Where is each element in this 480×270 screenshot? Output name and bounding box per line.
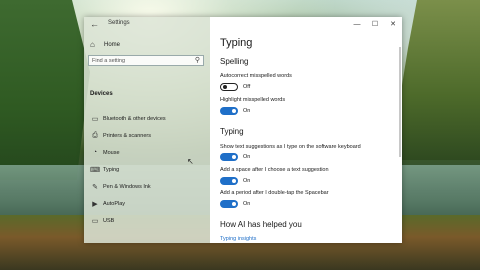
window-controls: — ☐ ✕	[348, 17, 402, 31]
sidebar-item-label: Bluetooth & other devices	[103, 115, 166, 122]
search-input[interactable]: Find a setting ⚲	[88, 55, 204, 66]
keyboard-icon: ⌨	[89, 166, 101, 174]
sidebar-item-usb[interactable]: ▭ USB	[84, 212, 210, 229]
home-icon: ⌂	[90, 40, 95, 49]
page-title: Typing	[220, 37, 253, 49]
sidebar-item-label: USB	[103, 217, 115, 224]
sidebar-nav: ▭ Bluetooth & other devices ⎙ Printers &…	[84, 110, 210, 229]
sidebar-home[interactable]: ⌂ Home	[90, 40, 120, 49]
highlight-toggle[interactable]	[220, 107, 238, 115]
sidebar-section-label: Devices	[90, 91, 113, 97]
sidebar-item-label: Pen & Windows Ink	[103, 183, 151, 190]
minimize-button[interactable]: —	[348, 17, 366, 31]
usb-icon: ▭	[91, 217, 99, 225]
bluetooth-icon: ▭	[91, 115, 99, 123]
close-button[interactable]: ✕	[384, 17, 402, 31]
autoplay-icon: ▶	[92, 200, 98, 208]
pen-icon: ✎	[92, 183, 98, 191]
wallpaper-mountain-left	[0, 0, 90, 180]
maximize-button[interactable]: ☐	[366, 17, 384, 31]
sidebar: ⌂ Home Find a setting ⚲ Devices ▭ Blueto…	[84, 17, 210, 243]
highlight-state: On	[243, 108, 251, 114]
settings-window: ⌂ Home Find a setting ⚲ Devices ▭ Blueto…	[84, 17, 402, 243]
space-state: On	[243, 178, 251, 184]
search-icon: ⚲	[194, 57, 200, 64]
autocorrect-state: Off	[243, 84, 251, 90]
app-title: Settings	[108, 20, 130, 26]
sidebar-item-label: AutoPlay	[103, 200, 126, 207]
back-arrow-icon[interactable]: ←	[90, 19, 99, 29]
highlight-label: Highlight misspelled words	[220, 97, 286, 103]
mouse-cursor-icon: ↖	[187, 157, 194, 166]
period-toggle[interactable]	[220, 200, 238, 208]
period-label: Add a period after I double-tap the Spac…	[220, 190, 329, 196]
space-toggle[interactable]	[220, 177, 238, 185]
suggestions-label: Show text suggestions as I type on the s…	[220, 144, 361, 150]
autocorrect-label: Autocorrect misspelled words	[220, 73, 292, 79]
ai-heading: How AI has helped you	[220, 220, 302, 229]
scrollbar[interactable]	[399, 47, 401, 157]
sidebar-item-autoplay[interactable]: ▶ AutoPlay	[84, 195, 210, 212]
search-placeholder: Find a setting	[92, 58, 126, 64]
title-bar: ← Settings — ☐ ✕	[84, 17, 402, 31]
sidebar-item-label: Mouse	[103, 149, 120, 156]
space-label: Add a space after I choose a text sugges…	[220, 167, 329, 173]
sidebar-item-label: Printers & scanners	[103, 132, 151, 139]
typing-insights-link[interactable]: Typing insights	[220, 236, 256, 242]
period-state: On	[243, 201, 251, 207]
typing-heading: Typing	[220, 127, 244, 136]
wallpaper-mountain-right	[390, 0, 480, 160]
sidebar-item-pen[interactable]: ✎ Pen & Windows Ink	[84, 178, 210, 195]
mouse-icon: ◔	[92, 149, 98, 156]
suggestions-state: On	[243, 154, 251, 160]
sidebar-item-bluetooth[interactable]: ▭ Bluetooth & other devices	[84, 110, 210, 127]
suggestions-toggle[interactable]	[220, 153, 238, 161]
sidebar-item-label: Typing	[103, 166, 120, 173]
spelling-heading: Spelling	[220, 57, 249, 66]
main-panel: Typing Spelling Autocorrect misspelled w…	[210, 17, 402, 243]
printer-icon: ⎙	[92, 131, 98, 139]
autocorrect-toggle[interactable]	[220, 83, 238, 91]
sidebar-home-label: Home	[104, 41, 121, 48]
sidebar-item-printers[interactable]: ⎙ Printers & scanners	[84, 127, 210, 144]
